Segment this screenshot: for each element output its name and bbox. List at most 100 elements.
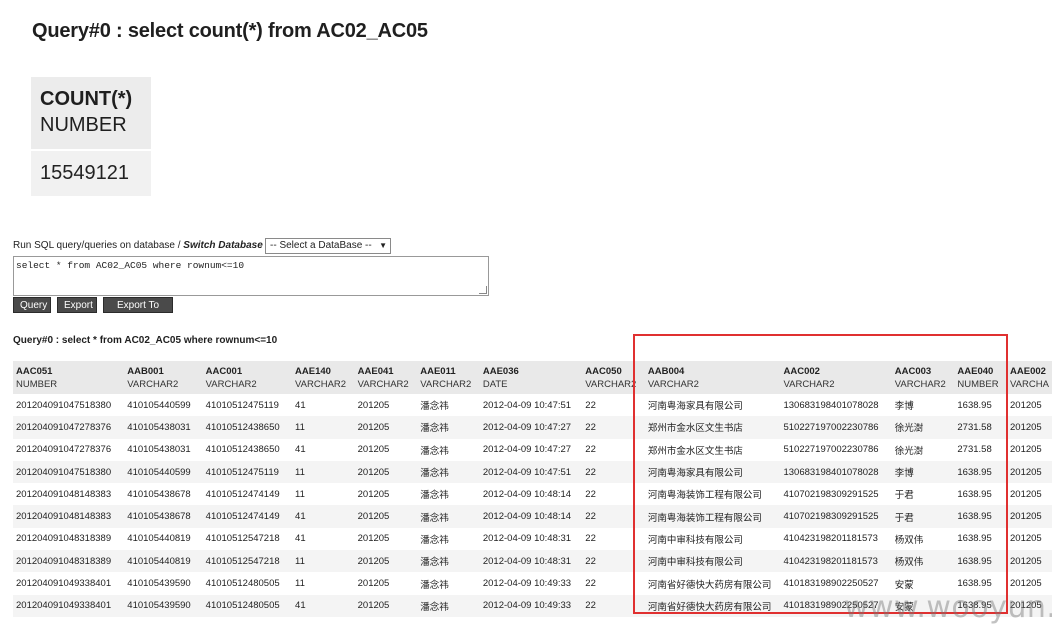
table-cell: 22 xyxy=(582,594,645,617)
table-cell: 徐光澍 xyxy=(891,416,955,439)
column-type: DATE xyxy=(482,379,508,390)
table-cell: 22 xyxy=(585,578,596,590)
column-name: AAE041 xyxy=(357,366,394,377)
table-cell: 11 xyxy=(295,578,305,590)
table-cell: 41 xyxy=(295,399,306,411)
table-cell: 201204091047278376 xyxy=(16,444,112,456)
table-cell: 410105438678 xyxy=(124,505,203,528)
table-row: 201204091047278376 410105438031 4101051243… xyxy=(13,439,1052,461)
table-cell: 1638.95 xyxy=(954,550,1008,573)
run-sql-label: Run SQL query/queries on database / Swit… xyxy=(13,240,269,251)
watermark: www.wooyun.org xyxy=(844,590,1052,625)
table-cell: 410105439590 xyxy=(127,578,191,590)
column-header: AAC003 VARCHAR2 xyxy=(891,361,955,394)
table-cell: 22 xyxy=(582,460,645,484)
table-cell: 河南中审科技有限公司 xyxy=(647,534,743,546)
column-type: VARCHAR2 xyxy=(647,379,699,390)
table-cell: 41 xyxy=(292,505,355,528)
export-to-file-button[interactable]: Export To File xyxy=(103,297,173,326)
column-name: AAE002 xyxy=(1010,366,1046,377)
result-query-title: Query#0 : select * from AC02_AC05 where … xyxy=(13,335,278,346)
column-header: AAC050 VARCHAR2 xyxy=(582,361,645,394)
column-type: NUMBER xyxy=(957,379,999,390)
table-cell: 201205 xyxy=(1007,416,1052,439)
switch-database-label: Switch Database : xyxy=(183,240,269,251)
table-cell: 1638.95 xyxy=(957,399,992,411)
column-type: VARCHAR2 xyxy=(127,379,179,390)
table-header-row: AAC051 NUMBER AAB001 VARCHAR2 AAC001 VARCHAR2… xyxy=(13,361,1052,394)
table-cell: 潘念祎 xyxy=(420,534,449,546)
table-cell: 2731.58 xyxy=(954,416,1008,439)
table-cell: 410105438031 xyxy=(127,444,191,456)
table-cell: 杨双伟 xyxy=(894,534,924,546)
table-cell: 11 xyxy=(295,488,305,500)
table-cell: 河南中审科技有限公司 xyxy=(644,550,781,573)
export-button[interactable]: Export xyxy=(57,297,97,313)
table-cell: 201205 xyxy=(1007,550,1052,573)
table-cell: 22 xyxy=(582,505,645,528)
column-name: AAC051 xyxy=(16,366,53,377)
query-title: Query#0 : select count(*) from AC02_AC05 xyxy=(32,20,428,42)
table-cell: 河南粤海家具有限公司 xyxy=(644,460,781,484)
table-cell: 410423198201181573 xyxy=(780,550,892,573)
table-cell: 2012-04-09 10:49:33 xyxy=(479,594,583,617)
table-cell: 郑州市金水区文生书店 xyxy=(644,416,781,439)
column-name: AAE040 xyxy=(957,366,994,377)
table-cell: 410105440599 xyxy=(124,460,203,484)
column-name: AAC050 xyxy=(585,366,622,377)
table-cell: 201205 xyxy=(354,550,418,573)
table-cell: 41 xyxy=(292,594,355,617)
column-type: VARCHAR2 xyxy=(205,379,257,390)
table-cell: 41010512547218 xyxy=(202,550,293,573)
table-cell: 潘念祎 xyxy=(417,594,480,617)
table-cell: 410105438031 xyxy=(124,416,203,439)
column-header: AAE002 VARCHA xyxy=(1007,361,1052,394)
table-cell: 201204091048148383 xyxy=(16,488,112,500)
column-header: AAC002 VARCHAR2 xyxy=(780,361,892,394)
table-cell: 410105439590 xyxy=(124,594,203,617)
resize-handle-icon[interactable] xyxy=(479,286,487,294)
table-cell: 130683198401078028 xyxy=(783,399,879,411)
table-cell: 410105440819 xyxy=(124,550,203,573)
table-cell: 潘念祎 xyxy=(417,505,480,528)
column-header: AAC051 NUMBER xyxy=(13,361,125,394)
table-cell: 潘念祎 xyxy=(417,460,480,484)
table-cell: 1638.95 xyxy=(957,533,992,545)
count-column-name: COUNT(*) xyxy=(40,88,133,110)
database-select[interactable]: -- Select a DataBase -- ▼ xyxy=(265,238,391,254)
table-cell: 510227197002230786 xyxy=(780,416,892,439)
column-header: AAE011 VARCHAR2 xyxy=(417,361,480,394)
sql-query-text: select * from AC02_AC05 where rownum<=10 xyxy=(16,260,245,271)
table-cell: 2012-04-09 10:47:27 xyxy=(479,416,583,439)
table-cell: 510227197002230786 xyxy=(783,444,879,456)
table-cell: 李博 xyxy=(894,401,914,413)
table-cell: 2012-04-09 10:48:31 xyxy=(479,550,583,573)
table-cell: 41 xyxy=(295,444,306,456)
sql-query-textarea[interactable]: select * from AC02_AC05 where rownum<=10 xyxy=(13,256,489,296)
table-cell: 201205 xyxy=(357,578,390,590)
table-row: 201204091048148383 410105438678 4101051247… xyxy=(13,505,1052,528)
table-cell: 201205 xyxy=(357,444,390,456)
count-column-type: NUMBER xyxy=(40,114,127,136)
table-cell: 201205 xyxy=(354,594,418,617)
table-cell: 11 xyxy=(292,550,355,573)
table-cell: 41010512438650 xyxy=(205,444,280,456)
database-select-value: -- Select a DataBase -- xyxy=(270,240,372,251)
table-cell: 2012-04-09 10:48:14 xyxy=(482,488,572,500)
column-header: AAB001 VARCHAR2 xyxy=(124,361,203,394)
table-cell: 410702198309291525 xyxy=(783,488,879,500)
table-row: 201204091047278376 410105438031 4101051243… xyxy=(13,416,1052,439)
table-cell: 22 xyxy=(582,416,645,439)
table-cell: 201205 xyxy=(1007,505,1052,528)
table-cell: 201204091048318389 xyxy=(13,550,125,573)
table-cell: 41010512474149 xyxy=(205,488,280,500)
column-type: VARCHAR2 xyxy=(420,379,472,390)
column-name: AAC003 xyxy=(894,366,932,377)
table-body: 201204091047518380 410105440599 4101051247… xyxy=(13,394,1052,617)
count-header: COUNT(*) NUMBER xyxy=(31,77,151,149)
query-button[interactable]: Query xyxy=(13,297,51,313)
table-cell: 河南省好德快大药房有限公司 xyxy=(644,594,781,617)
table-row: 201204091048318389 410105440819 4101051254… xyxy=(13,528,1052,550)
table-cell: 1638.95 xyxy=(957,488,992,500)
table-cell: 河南粤海家具有限公司 xyxy=(647,401,743,413)
